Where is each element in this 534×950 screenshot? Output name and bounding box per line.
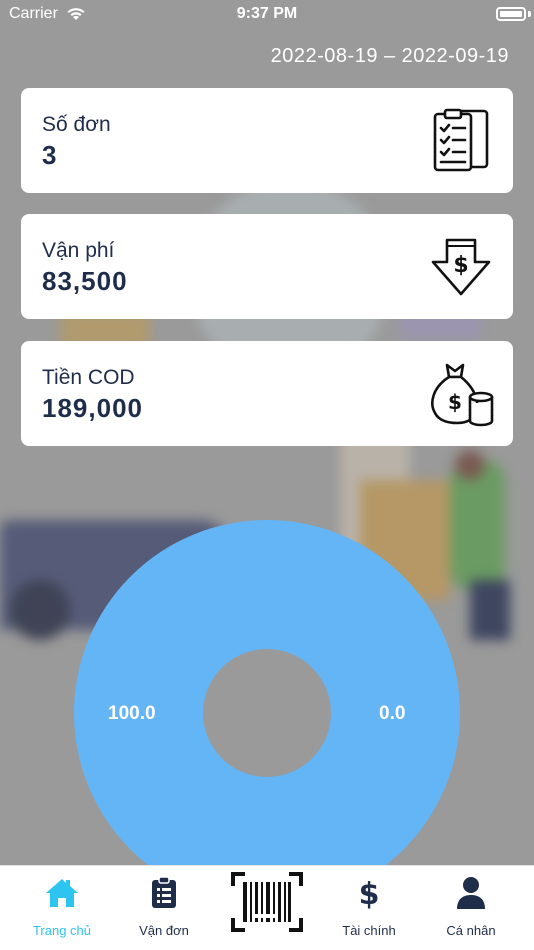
barcode-scan-icon bbox=[231, 872, 303, 932]
bottom-tab-bar: Trang chủ Vận đơn $ Tài chính Cá nhân bbox=[0, 865, 534, 950]
barcode-scan-button[interactable] bbox=[229, 870, 305, 934]
cod-amount-label: Tiền COD bbox=[42, 366, 135, 389]
svg-text:$: $ bbox=[359, 877, 380, 910]
orders-count-label: Số đơn bbox=[42, 113, 111, 136]
tab-finance[interactable]: $ Tài chính bbox=[316, 866, 422, 950]
clipboard-list-icon bbox=[152, 876, 176, 908]
svg-text:$: $ bbox=[448, 390, 462, 414]
shipping-fee-label: Vận phí bbox=[42, 239, 115, 262]
shipping-fee-value: 83,500 bbox=[42, 266, 128, 296]
tab-waybill-label: Vận đơn bbox=[139, 923, 189, 938]
tab-home[interactable]: Trang chủ bbox=[9, 866, 115, 950]
cod-amount-value: 189,000 bbox=[42, 393, 143, 423]
date-range[interactable]: 2022-08-19 – 2022-09-19 bbox=[271, 45, 509, 68]
user-icon bbox=[457, 877, 485, 909]
money-bag-coins-icon: $ bbox=[431, 363, 494, 427]
shipping-fee-card[interactable]: Vận phí 83,500 $ bbox=[21, 214, 513, 319]
status-time: 9:37 PM bbox=[236, 5, 298, 22]
donut-chart-svg bbox=[74, 520, 460, 865]
arrow-down-dollar-icon: $ bbox=[431, 238, 491, 296]
cod-donut-chart: 100.0 0.0 bbox=[0, 500, 534, 865]
tab-home-label: Trang chủ bbox=[32, 923, 92, 938]
dollar-icon: $ bbox=[359, 877, 380, 910]
status-bar: Carrier 9:37 PM bbox=[0, 0, 534, 30]
tab-profile-label: Cá nhân bbox=[446, 923, 496, 938]
donut-hole bbox=[203, 649, 331, 777]
orders-count-value: 3 bbox=[42, 140, 58, 170]
tab-waybill[interactable]: Vận đơn bbox=[111, 866, 217, 950]
orders-count-card[interactable]: Số đơn 3 bbox=[21, 88, 513, 193]
slice-label-right: 0.0 bbox=[379, 703, 406, 724]
tab-profile[interactable]: Cá nhân bbox=[418, 866, 524, 950]
slice-label-left: 100.0 bbox=[108, 703, 156, 724]
svg-text:$: $ bbox=[453, 253, 468, 278]
clipboard-checklist-icon bbox=[433, 108, 489, 172]
cod-amount-card[interactable]: Tiền COD 189,000 $ bbox=[21, 341, 513, 446]
home-icon bbox=[46, 879, 78, 907]
tab-finance-label: Tài chính bbox=[342, 923, 396, 938]
battery-icon bbox=[496, 7, 526, 21]
